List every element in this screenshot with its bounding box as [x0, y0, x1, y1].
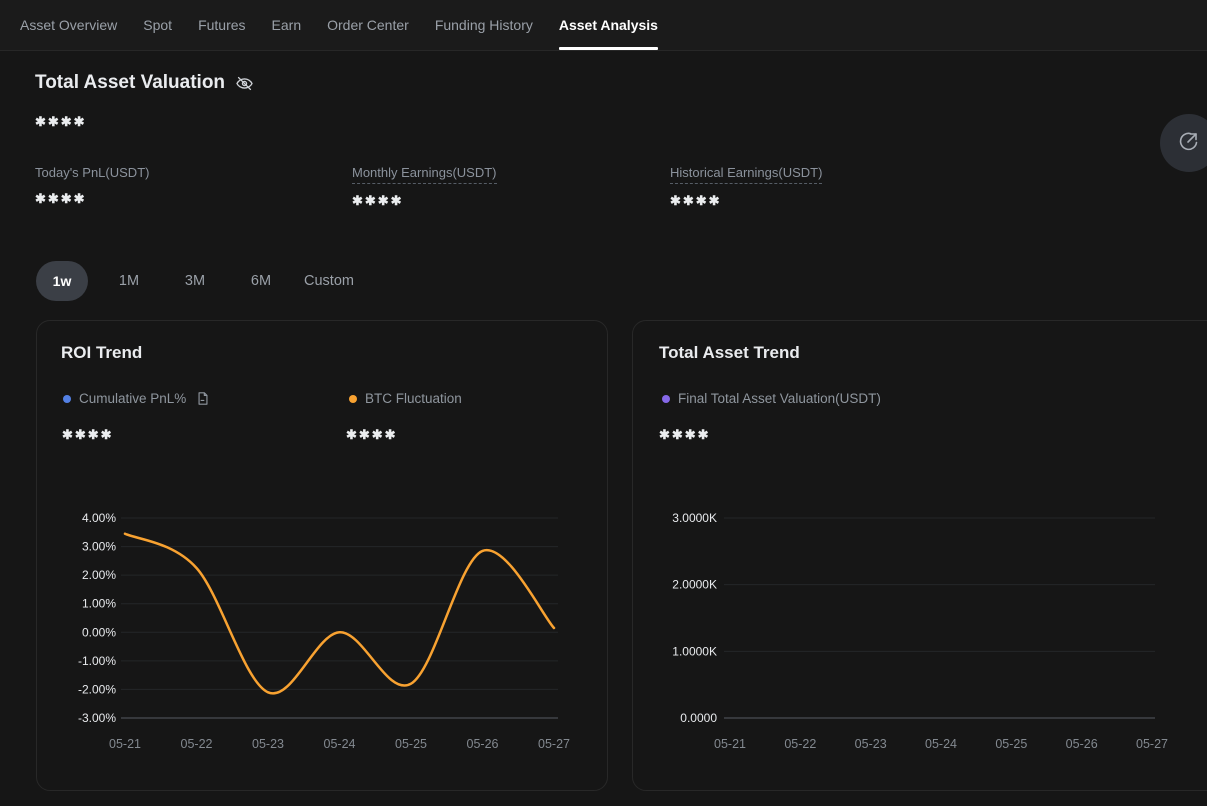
- svg-text:05-27: 05-27: [538, 737, 570, 751]
- stat-value: ✱✱✱✱: [35, 191, 149, 207]
- svg-text:05-23: 05-23: [855, 737, 887, 751]
- svg-text:3.0000K: 3.0000K: [672, 511, 717, 525]
- svg-text:-1.00%: -1.00%: [78, 654, 116, 668]
- range-1w[interactable]: 1w: [36, 261, 88, 301]
- total-asset-trend-card: Total Asset Trend Final Total Asset Valu…: [632, 320, 1207, 791]
- tab-funding-history[interactable]: Funding History: [435, 0, 533, 50]
- tab-order-center[interactable]: Order Center: [327, 0, 409, 50]
- total-asset-trend-chart: 3.0000K 2.0000K 1.0000K 0.0000 05-21 05-22 05-…: [633, 501, 1207, 771]
- legend-dot: [349, 395, 357, 403]
- tab-spot[interactable]: Spot: [143, 0, 172, 50]
- page-title: Total Asset Valuation: [35, 72, 225, 94]
- legend-label: BTC Fluctuation: [365, 391, 462, 406]
- svg-text:3.00%: 3.00%: [82, 540, 116, 554]
- svg-text:2.0000K: 2.0000K: [672, 578, 717, 592]
- top-nav: Asset Overview Spot Futures Earn Order C…: [0, 0, 1207, 51]
- tab-asset-analysis[interactable]: Asset Analysis: [559, 0, 658, 50]
- total-asset-valuation-value: ✱✱✱✱: [35, 114, 87, 130]
- svg-text:-3.00%: -3.00%: [78, 711, 116, 725]
- svg-text:05-21: 05-21: [109, 737, 141, 751]
- svg-text:05-21: 05-21: [714, 737, 746, 751]
- tab-futures[interactable]: Futures: [198, 0, 245, 50]
- range-custom[interactable]: Custom: [302, 273, 356, 289]
- roi-trend-card: ROI Trend Cumulative PnL% BTC Fluctuatio…: [36, 320, 608, 791]
- stat-value: ✱✱✱✱: [670, 193, 822, 209]
- legend-final-total-asset-valuation[interactable]: Final Total Asset Valuation(USDT): [662, 391, 881, 406]
- range-selector: 1w 1M 3M 6M Custom: [36, 260, 356, 302]
- legend-dot: [63, 395, 71, 403]
- stat-label[interactable]: Monthly Earnings(USDT): [352, 164, 497, 184]
- legend-btc-fluctuation[interactable]: BTC Fluctuation: [349, 391, 462, 406]
- legend-label: Cumulative PnL%: [79, 391, 186, 406]
- svg-text:05-22: 05-22: [784, 737, 816, 751]
- svg-text:2.00%: 2.00%: [82, 568, 116, 582]
- svg-text:05-27: 05-27: [1136, 737, 1168, 751]
- share-button[interactable]: [1160, 114, 1207, 172]
- roi-trend-title: ROI Trend: [61, 343, 142, 363]
- tab-earn[interactable]: Earn: [272, 0, 302, 50]
- svg-text:05-26: 05-26: [1066, 737, 1098, 751]
- range-3m[interactable]: 3M: [170, 273, 220, 289]
- legend-cumulative-pnl[interactable]: Cumulative PnL%: [63, 391, 210, 406]
- svg-text:05-26: 05-26: [467, 737, 499, 751]
- stat-historical-earnings: Historical Earnings(USDT) ✱✱✱✱: [670, 164, 822, 209]
- range-1m[interactable]: 1M: [104, 273, 154, 289]
- svg-text:-2.00%: -2.00%: [78, 682, 116, 696]
- svg-text:05-22: 05-22: [181, 737, 213, 751]
- stat-todays-pnl: Today's PnL(USDT) ✱✱✱✱: [35, 164, 149, 207]
- btc-fluctuation-value: ✱✱✱✱: [346, 427, 398, 443]
- asset-analysis-page: Asset Overview Spot Futures Earn Order C…: [0, 0, 1207, 806]
- svg-text:05-24: 05-24: [925, 737, 957, 751]
- final-total-asset-valuation-value: ✱✱✱✱: [659, 427, 711, 443]
- svg-text:0.00%: 0.00%: [82, 625, 116, 639]
- btc-fluctuation-line: [125, 534, 554, 694]
- stat-value: ✱✱✱✱: [352, 193, 497, 209]
- svg-text:4.00%: 4.00%: [82, 511, 116, 525]
- document-icon[interactable]: [196, 391, 210, 406]
- roi-trend-chart: 4.00% 3.00% 2.00% 1.00% 0.00% -1.00% -2.00% -3.…: [37, 501, 607, 771]
- cumulative-pnl-value: ✱✱✱✱: [62, 427, 114, 443]
- total-asset-trend-title: Total Asset Trend: [659, 343, 800, 363]
- svg-text:05-25: 05-25: [395, 737, 427, 751]
- stat-label: Today's PnL(USDT): [35, 164, 149, 181]
- eye-off-icon[interactable]: [235, 74, 254, 93]
- tab-asset-overview[interactable]: Asset Overview: [20, 0, 117, 50]
- total-asset-valuation-header: Total Asset Valuation: [35, 72, 254, 94]
- svg-text:05-25: 05-25: [995, 737, 1027, 751]
- svg-text:0.0000: 0.0000: [680, 711, 717, 725]
- svg-text:1.00%: 1.00%: [82, 597, 116, 611]
- legend-label: Final Total Asset Valuation(USDT): [678, 391, 881, 406]
- stat-monthly-earnings: Monthly Earnings(USDT) ✱✱✱✱: [352, 164, 497, 209]
- svg-text:05-24: 05-24: [324, 737, 356, 751]
- svg-text:05-23: 05-23: [252, 737, 284, 751]
- legend-dot: [662, 395, 670, 403]
- stat-label[interactable]: Historical Earnings(USDT): [670, 164, 822, 184]
- share-icon: [1177, 129, 1201, 158]
- svg-text:1.0000K: 1.0000K: [672, 644, 717, 658]
- range-6m[interactable]: 6M: [236, 273, 286, 289]
